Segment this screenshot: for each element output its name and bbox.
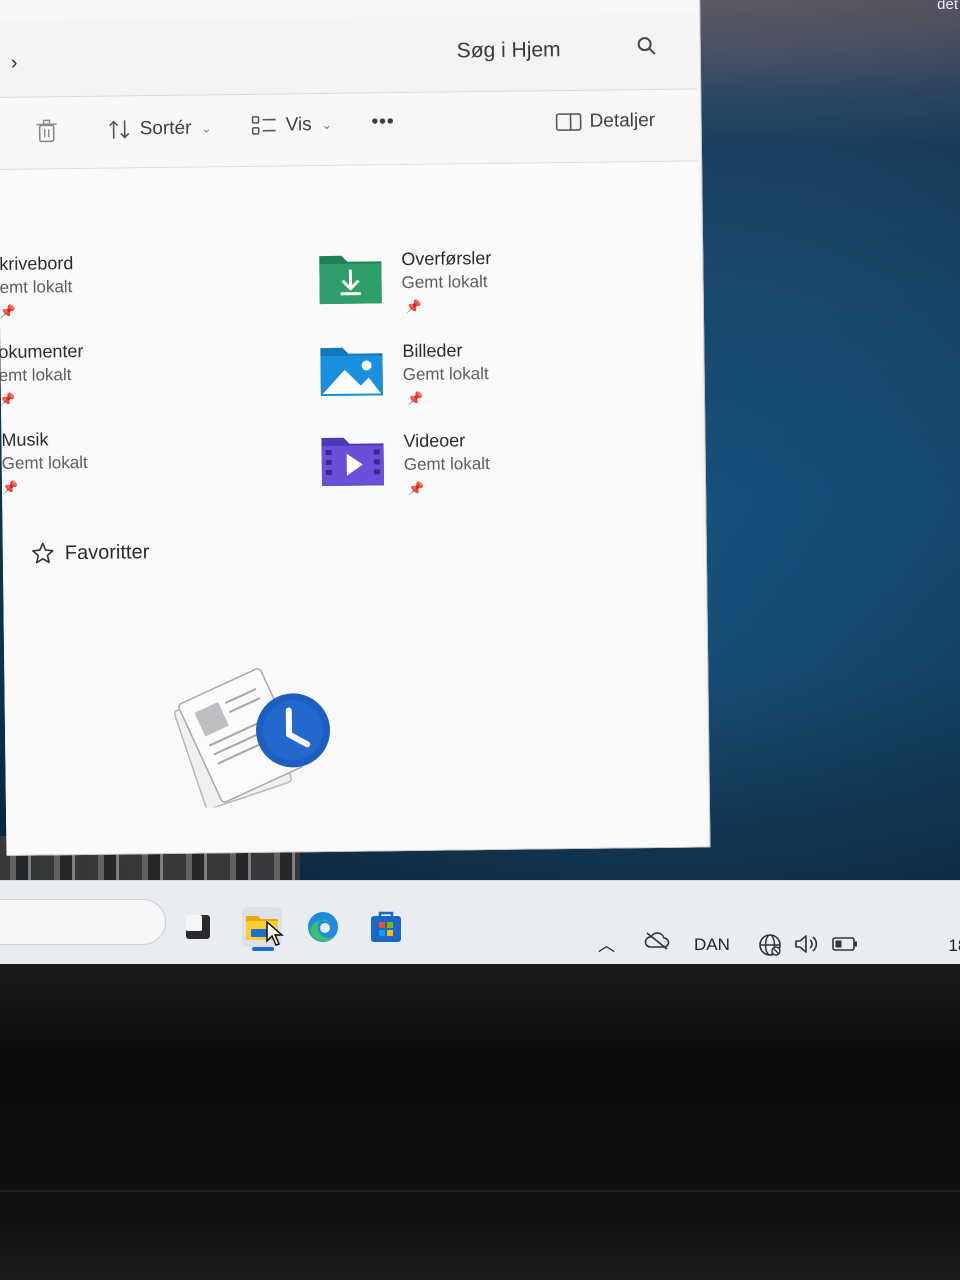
chevron-down-icon: ⌄ — [321, 117, 332, 133]
download-folder-icon — [319, 255, 382, 305]
item-name: krivebord — [0, 253, 74, 274]
details-label: Detaljer — [589, 109, 656, 132]
view-label: Vis — [285, 114, 312, 136]
pin-icon: 📌 — [0, 391, 16, 407]
search-icon[interactable] — [635, 34, 659, 58]
home-content: krivebord emt lokalt 📌 okumenter emt lok… — [0, 161, 707, 856]
taskbar-app-file-explorer[interactable] — [242, 907, 284, 947]
pin-icon: 📌 — [407, 480, 425, 497]
quick-access-item-downloads[interactable]: Overførsler Gemt lokalt 📌 — [317, 245, 578, 320]
show-hidden-icons-button[interactable]: ︿ — [598, 931, 615, 956]
onedrive-status-button[interactable] — [644, 931, 670, 956]
quick-access-item-documents[interactable]: okumenter emt lokalt 📌 — [0, 339, 84, 408]
delete-button[interactable] — [36, 119, 58, 143]
cloud-offline-icon — [644, 932, 670, 950]
chevron-down-icon: ⌄ — [201, 121, 212, 136]
quick-access-item-videos[interactable]: Videoer Gemt lokalt 📌 — [319, 427, 580, 502]
item-status: Gemt lokalt — [402, 364, 489, 385]
item-name: okumenter — [0, 340, 84, 362]
taskbar-search-box[interactable] — [0, 899, 166, 945]
item-name: Overførsler — [401, 247, 492, 270]
details-pane-icon — [555, 113, 582, 131]
taskbar: ︿ DAN 18: 25-03-20 — [0, 880, 960, 981]
taskbar-app-store[interactable] — [366, 907, 406, 947]
chevron-right-icon[interactable]: › — [11, 52, 18, 75]
trash-icon — [36, 119, 57, 143]
quick-access-item-music[interactable]: Musik Gemt lokalt 📌 — [1, 427, 88, 496]
favorites-section-header[interactable]: Favoritter — [31, 540, 150, 565]
item-name: Musik — [1, 429, 49, 450]
item-status: Gemt lokalt — [403, 454, 490, 475]
speaker-icon — [795, 935, 818, 953]
address-row: › Søg i Hjem — [0, 13, 698, 98]
recent-files-empty-illustration — [173, 668, 331, 808]
microsoft-store-icon — [371, 911, 401, 942]
chevron-up-icon: ︿ — [598, 936, 615, 955]
monitor-bezel — [0, 964, 960, 1280]
command-bar: Sortér ⌄ Vis ⌄ ••• Detaljer — [0, 89, 699, 170]
battery-icon — [832, 937, 857, 951]
taskbar-app-edge[interactable] — [303, 907, 343, 947]
input-language-button[interactable]: DAN — [694, 935, 730, 955]
item-status: emt lokalt — [0, 277, 73, 297]
keyboard-edge — [0, 1190, 960, 1192]
volume-button[interactable] — [794, 933, 820, 960]
mouse-cursor-icon — [266, 921, 284, 946]
item-status: emt lokalt — [0, 365, 72, 385]
pin-icon: 📌 — [1, 479, 19, 495]
active-app-indicator — [252, 947, 274, 951]
file-explorer-window: › Søg i Hjem Sortér ⌄ Vis ⌄ ••• Detaljer… — [0, 0, 711, 856]
videos-folder-icon — [321, 437, 385, 487]
search-box[interactable]: Søg i Hjem — [436, 28, 676, 71]
search-input[interactable]: Søg i Hjem — [457, 38, 561, 63]
item-status: Gemt lokalt — [1, 452, 88, 473]
edge-browser-icon — [308, 912, 338, 942]
pin-icon: 📌 — [0, 303, 17, 319]
view-list-icon — [251, 116, 276, 135]
clock-time: 18: — [948, 936, 960, 955]
sort-icon — [109, 120, 130, 139]
globe-network-icon — [759, 934, 781, 956]
quick-access-item-pictures[interactable]: Billeder Gemt lokalt 📌 — [318, 337, 579, 412]
language-label: DAN — [694, 935, 730, 954]
pictures-folder-icon — [320, 347, 383, 397]
favorites-label: Favoritter — [64, 540, 150, 564]
quick-access-item-desktop[interactable]: krivebord emt lokalt 📌 — [0, 251, 74, 320]
network-button[interactable] — [758, 933, 782, 962]
battery-button[interactable] — [832, 935, 858, 958]
pin-icon: 📌 — [405, 298, 423, 315]
desktop-corner-text: det — [937, 0, 958, 13]
star-icon — [32, 542, 54, 564]
more-icon: ••• — [371, 111, 395, 133]
pin-icon: 📌 — [406, 390, 424, 407]
item-name: Videoer — [403, 430, 466, 452]
taskbar-app-terminal[interactable] — [178, 907, 218, 947]
sort-button[interactable]: Sortér ⌄ — [108, 117, 212, 140]
view-button[interactable]: Vis ⌄ — [251, 114, 332, 137]
item-status: Gemt lokalt — [401, 272, 488, 293]
item-name: Billeder — [402, 340, 463, 362]
more-options-button[interactable]: ••• — [371, 111, 394, 133]
details-pane-button[interactable]: Detaljer — [555, 110, 655, 133]
terminal-app-icon — [186, 915, 210, 939]
sort-label: Sortér — [139, 117, 192, 140]
